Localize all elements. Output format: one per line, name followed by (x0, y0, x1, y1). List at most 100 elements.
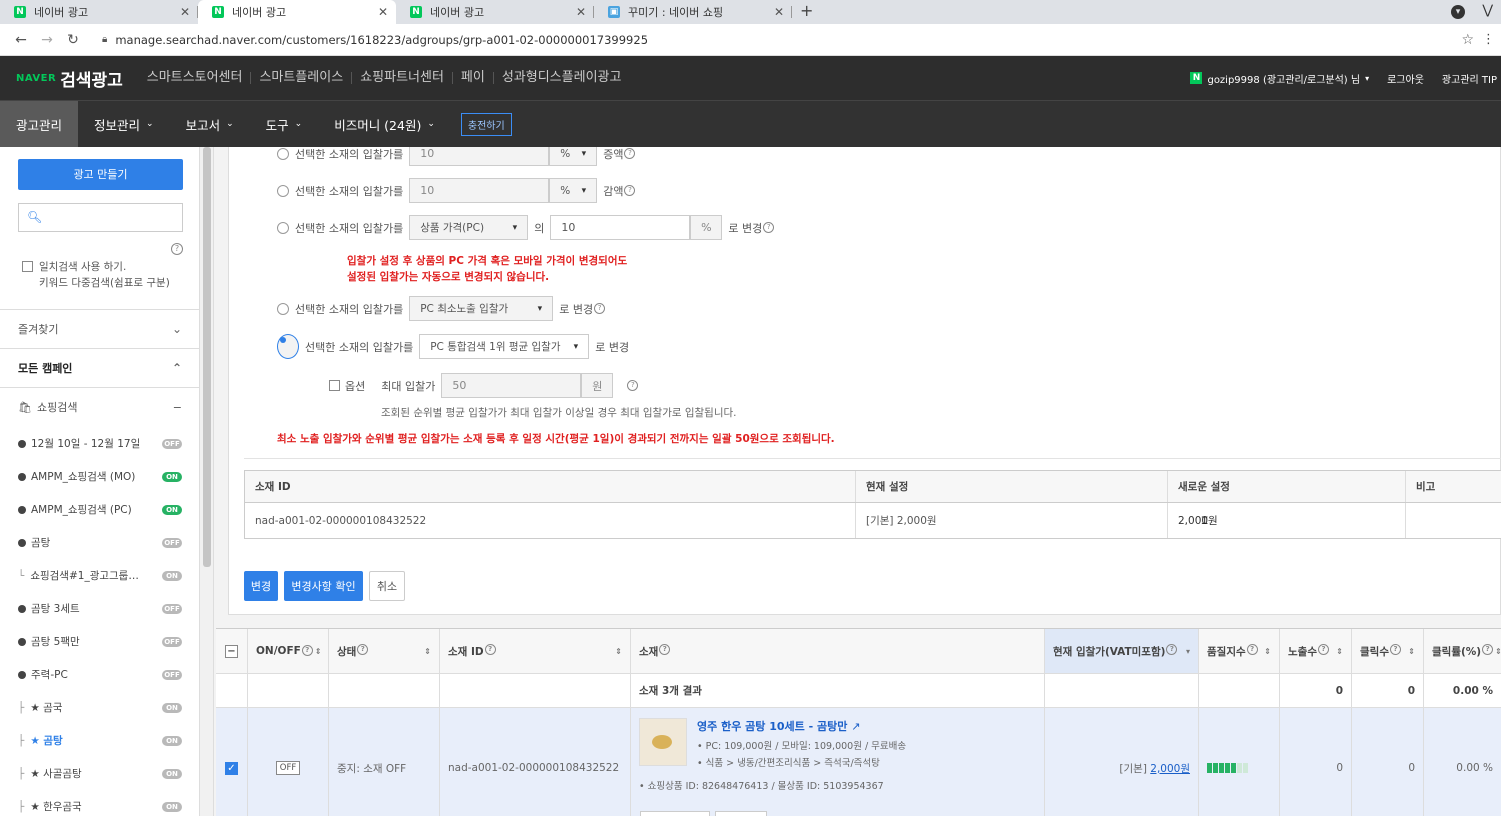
browser-tab[interactable]: N 네이버 광고 ✕ (0, 0, 198, 24)
select-all-checkbox[interactable]: − (225, 644, 238, 658)
top-link-smartstore[interactable]: 스마트스토어센터 (139, 71, 252, 84)
column-header-ctr[interactable]: 클릭률(%)? ⇕ (1424, 629, 1501, 673)
nav-info-management[interactable]: 정보관리 ⌄ (78, 101, 170, 147)
nav-ad-management[interactable]: 광고관리 (0, 101, 79, 147)
collapse-icon[interactable] (18, 670, 26, 679)
expand-icon[interactable] (18, 472, 26, 481)
exact-search-option[interactable]: 일치검색 사용 하기. 키워드 다중검색(쉼표로 구분) (22, 259, 170, 291)
browser-menu-icon[interactable]: ⋮ (1482, 32, 1495, 47)
status-toggle[interactable]: OFF (162, 537, 182, 548)
campaign-item[interactable]: 12월 10일 - 12월 17일 OFF (0, 427, 199, 460)
bid-option-increase[interactable]: 선택한 소재의 입찰가를 10 % ▾ 증액? (277, 147, 636, 166)
browser-tab[interactable]: N 네이버 광고 ✕ (396, 0, 594, 24)
column-header-bid[interactable]: 현재 입찰가(VAT미포함)? ▾ (1045, 629, 1199, 673)
status-toggle[interactable]: OFF (162, 438, 182, 449)
nav-reports[interactable]: 보고서 ⌄ (170, 101, 250, 147)
cancel-button[interactable]: 취소 (369, 571, 405, 601)
expand-icon[interactable] (18, 637, 26, 646)
column-header-status[interactable]: 상태? ⇕ (329, 629, 440, 673)
make-ad-button[interactable]: 광고 만들기 (18, 159, 183, 190)
status-toggle[interactable]: OFF (162, 603, 182, 614)
column-header-onoff[interactable]: ON/OFF? ⇕ (248, 629, 329, 673)
sidebar-scrollbar[interactable] (200, 147, 214, 816)
status-toggle[interactable]: OFF (162, 636, 182, 647)
status-toggle[interactable]: ON (162, 702, 182, 713)
status-toggle[interactable]: ON (162, 735, 182, 746)
close-icon[interactable]: ✕ (576, 5, 586, 19)
close-icon[interactable]: ✕ (180, 5, 190, 19)
bid-link[interactable]: 2,000원 (1150, 761, 1190, 776)
url-field[interactable]: manage.searchad.naver.com/customers/1618… (115, 33, 1461, 47)
decrease-unit-select[interactable]: % ▾ (549, 178, 598, 203)
back-arrow-icon[interactable]: ← (10, 32, 32, 48)
adgroup-item[interactable]: ├ ★ 곰국 ON (0, 691, 199, 724)
top-link-pay[interactable]: 페이 (453, 71, 494, 84)
adgroup-item[interactable]: ├ ★ 사골곰탕 ON (0, 757, 199, 790)
campaign-item[interactable]: 곰탕 OFF (0, 526, 199, 559)
top-link-smartplace[interactable]: 스마트플레이스 (251, 71, 353, 84)
bid-option-rank-average[interactable]: 선택한 소재의 입찰가를 PC 통합검색 1위 평균 입찰가 ▾ 로 변경 (277, 334, 629, 359)
window-controls-icon[interactable]: ⋁ (1482, 3, 1493, 18)
search-input[interactable] (47, 208, 177, 228)
lock-icon[interactable]: 🔒︎ (102, 34, 107, 45)
increase-unit-select[interactable]: % ▾ (549, 147, 598, 166)
radio-min-exposure[interactable] (277, 302, 289, 315)
column-header-clicks[interactable]: 클릭수? ⇕ (1352, 629, 1424, 673)
new-tab-button[interactable]: + (800, 0, 813, 24)
campaign-item[interactable]: 곰탕 5팩만 OFF (0, 625, 199, 658)
price-basis-select[interactable]: 상품 가격(PC) ▾ (409, 215, 529, 240)
increase-value-input[interactable]: 10 (409, 147, 550, 166)
expand-icon[interactable] (18, 604, 26, 613)
bid-option-price[interactable]: 선택한 소재의 입찰가를 상품 가격(PC) ▾ 의 10 % 로 변경? (277, 215, 775, 240)
campaign-item[interactable]: AMPM_쇼핑검색 (PC) ON (0, 493, 199, 526)
bid-option-decrease[interactable]: 선택한 소재의 입찰가를 10 % ▾ 감액? (277, 178, 636, 203)
status-toggle[interactable]: ON (162, 801, 182, 812)
status-toggle[interactable]: ON (162, 504, 182, 515)
help-icon[interactable]: ? (171, 243, 183, 255)
reload-icon[interactable]: ↻ (62, 32, 84, 48)
favorites-toggle[interactable]: 즐겨찾기 ⌄ (0, 309, 199, 348)
help-icon[interactable]: ? (624, 148, 636, 159)
scrollbar-thumb[interactable] (203, 147, 211, 567)
adgroup-item[interactable]: ├ ★ 한우곰국 ON (0, 790, 199, 816)
column-header-ad-id[interactable]: 소재 ID? ⇕ (440, 629, 631, 673)
collapse-icon[interactable] (18, 538, 26, 547)
rank-average-select[interactable]: PC 통합검색 1위 평균 입찰가 ▾ (419, 334, 590, 359)
change-button[interactable]: 변경 (244, 571, 278, 601)
forward-arrow-icon[interactable]: → (36, 32, 58, 48)
top-link-display-ad[interactable]: 성과형디스플레이광고 (494, 71, 630, 84)
bid-option-min-exposure[interactable]: 선택한 소재의 입찰가를 PC 최소노출 입찰가 ▾ 로 변경? (277, 296, 606, 321)
campaign-item[interactable]: AMPM_쇼핑검색 (MO) ON (0, 460, 199, 493)
price-percent-input[interactable]: 10 (550, 215, 691, 240)
option-checkbox[interactable] (329, 380, 340, 391)
nav-tools[interactable]: 도구 ⌄ (250, 101, 319, 147)
radio-increase[interactable] (277, 147, 289, 160)
row-action-button[interactable] (640, 811, 710, 816)
help-icon[interactable]: ? (627, 380, 639, 391)
bookmark-star-icon[interactable]: ☆ (1461, 32, 1474, 48)
help-icon[interactable]: ? (763, 222, 775, 233)
top-link-shopping-partner[interactable]: 쇼핑파트너센터 (352, 71, 453, 84)
collapse-icon[interactable]: − (173, 401, 182, 414)
status-toggle[interactable]: ON (162, 768, 182, 779)
radio-decrease[interactable] (277, 184, 289, 197)
product-thumbnail[interactable] (639, 718, 687, 766)
min-exposure-select[interactable]: PC 최소노출 입찰가 ▾ (409, 296, 554, 321)
close-icon[interactable]: ✕ (378, 5, 388, 19)
campaign-type-shopping[interactable]: 🛍︎ 쇼핑검색 − (0, 387, 199, 426)
status-toggle[interactable]: ON (162, 471, 182, 482)
table-row[interactable]: ✓ OFF 중지: 소재 OFF nad-a001-02-00000010843… (216, 708, 1501, 816)
adgroup-item-selected[interactable]: ├ ★ 곰탕 ON (0, 724, 199, 757)
ad-id-cell[interactable]: nad-a001-02-000000108432522 (440, 708, 631, 816)
expand-icon[interactable] (18, 439, 26, 448)
charge-button[interactable]: 충전하기 (460, 112, 512, 136)
confirm-changes-button[interactable]: 변경사항 확인 (284, 571, 363, 601)
exact-search-checkbox[interactable] (22, 261, 33, 272)
campaign-item[interactable]: 곰탕 3세트 OFF (0, 592, 199, 625)
radio-price[interactable] (277, 221, 289, 234)
browser-tab[interactable]: ▣ 꾸미기 : 네이버 쇼핑 ✕ (594, 0, 792, 24)
status-toggle[interactable]: OFF (162, 669, 182, 680)
onoff-toggle[interactable]: OFF (275, 761, 301, 775)
status-toggle[interactable]: ON (162, 570, 182, 581)
help-icon[interactable]: ? (594, 303, 606, 314)
